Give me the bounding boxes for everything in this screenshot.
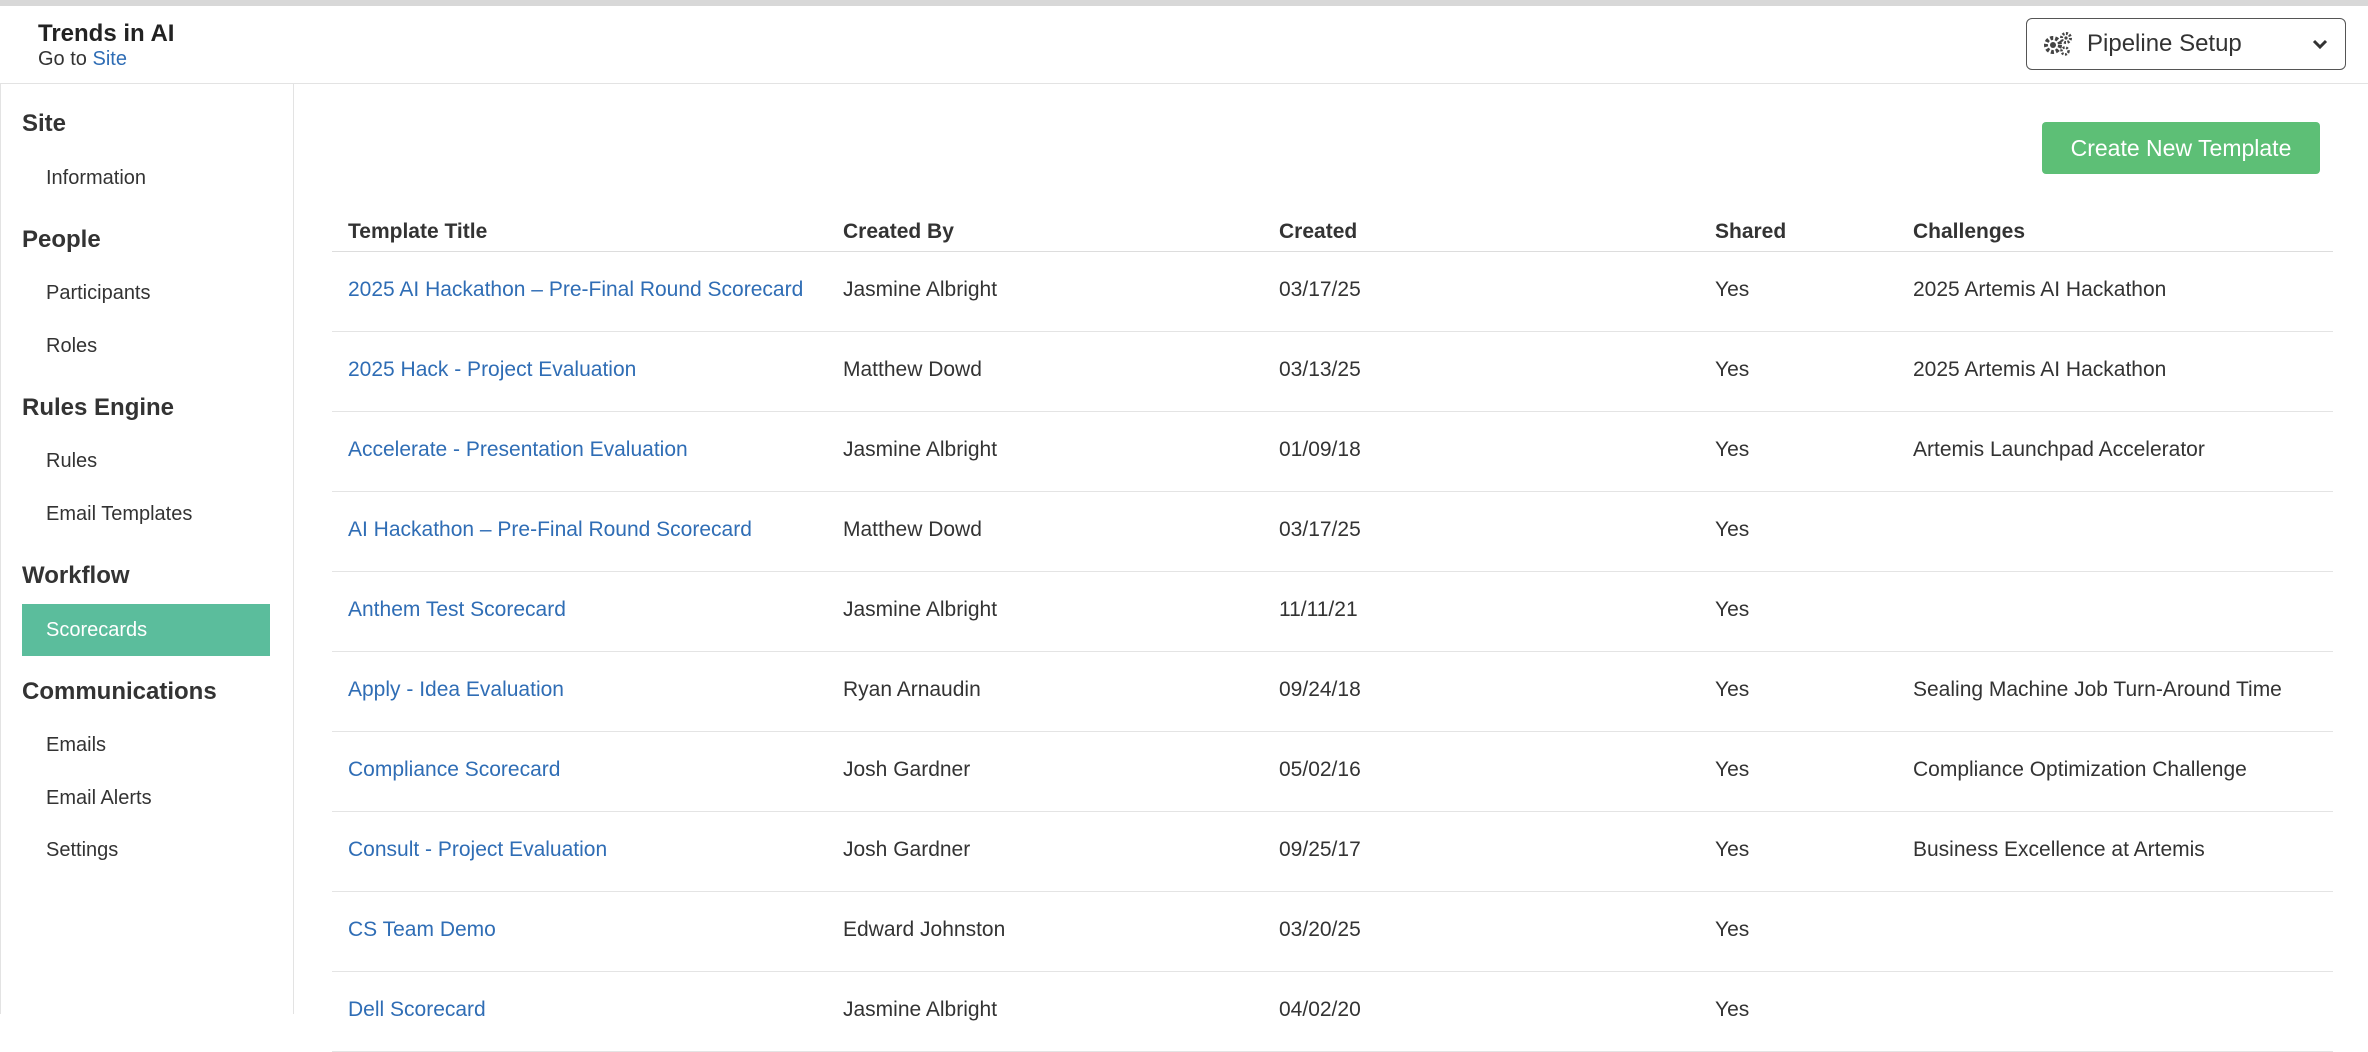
challenges-cell: Compliance Optimization Challenge — [1913, 758, 2247, 781]
header: Trends in AI Go to Site Pipeline Setup — [0, 6, 2368, 84]
challenges-cell: 2025 Artemis AI Hackathon — [1913, 358, 2167, 381]
gears-icon — [2044, 32, 2072, 56]
column-header-template-title[interactable]: Template Title — [348, 220, 487, 244]
sidebar-item-emails[interactable]: Emails — [22, 719, 270, 771]
sidebar-section-people: People — [22, 226, 101, 253]
table-row: AI Hackathon – Pre-Final Round Scorecard… — [332, 492, 2333, 572]
shared-cell: Yes — [1715, 678, 1750, 701]
created-date-cell: 03/17/25 — [1279, 518, 1361, 541]
template-title-link[interactable]: 2025 AI Hackathon – Pre-Final Round Scor… — [348, 278, 803, 302]
challenges-cell: Artemis Launchpad Accelerator — [1913, 438, 2205, 461]
sidebar-section-workflow: Workflow — [22, 562, 130, 589]
created-by-cell: Jasmine Albright — [843, 598, 998, 621]
pipeline-setup-dropdown[interactable]: Pipeline Setup — [2026, 18, 2346, 70]
column-header-created-by[interactable]: Created By — [843, 220, 954, 244]
challenges-cell: 2025 Artemis AI Hackathon — [1913, 278, 2167, 301]
created-date-cell: 03/17/25 — [1279, 278, 1361, 301]
sidebar-item-information[interactable]: Information — [22, 152, 270, 204]
created-by-cell: Josh Gardner — [843, 758, 971, 781]
column-header-created[interactable]: Created — [1279, 220, 1357, 244]
created-date-cell: 09/24/18 — [1279, 678, 1361, 701]
table-row: Consult - Project Evaluation Josh Gardner… — [332, 812, 2333, 892]
table-row: CS Team Demo Edward Johnston 03/20/25 Yes — [332, 892, 2333, 972]
sidebar-section-rules-engine: Rules Engine — [22, 394, 175, 421]
table-row: Apply - Idea Evaluation Ryan Arnaudin 09/2… — [332, 652, 2333, 732]
created-date-cell: 03/20/25 — [1279, 918, 1361, 941]
pipeline-setup-label: Pipeline Setup — [2087, 30, 2242, 57]
created-by-cell: Matthew Dowd — [843, 518, 982, 541]
sidebar: Site Information People Participants Rol… — [0, 84, 294, 1014]
goto-site: Go to Site — [38, 48, 127, 71]
template-title-link[interactable]: Accelerate - Presentation Evaluation — [348, 438, 688, 462]
created-date-cell: 01/09/18 — [1279, 438, 1361, 461]
shared-cell: Yes — [1715, 838, 1750, 861]
sidebar-item-participants[interactable]: Participants — [22, 267, 270, 319]
table-row: 2025 Hack - Project Evaluation Matthew Do… — [332, 332, 2333, 412]
created-by-cell: Jasmine Albright — [843, 438, 998, 461]
sidebar-item-email-templates[interactable]: Email Templates — [22, 488, 270, 540]
template-title-link[interactable]: Anthem Test Scorecard — [348, 598, 566, 622]
table-header: Template Title Created By Created Shared… — [332, 212, 2333, 252]
shared-cell: Yes — [1715, 758, 1750, 781]
created-by-cell: Matthew Dowd — [843, 358, 982, 381]
shared-cell: Yes — [1715, 998, 1750, 1021]
sidebar-section-communications: Communications — [22, 678, 217, 705]
shared-cell: Yes — [1715, 918, 1750, 941]
created-date-cell: 05/02/16 — [1279, 758, 1361, 781]
table-row: Anthem Test Scorecard Jasmine Albright 11/… — [332, 572, 2333, 652]
table-row: Compliance Scorecard Josh Gardner 05/02/16… — [332, 732, 2333, 812]
templates-table: Template Title Created By Created Shared… — [332, 212, 2333, 1052]
challenges-cell: Sealing Machine Job Turn-Around Time — [1913, 678, 2282, 701]
table-row: 2025 AI Hackathon – Pre-Final Round Scor… — [332, 252, 2333, 332]
main-content: Create New Template Template Title Creat… — [295, 84, 2368, 1052]
table-body: 2025 AI Hackathon – Pre-Final Round Scor… — [332, 252, 2333, 1052]
sidebar-item-settings[interactable]: Settings — [22, 824, 270, 876]
created-date-cell: 11/11/21 — [1279, 598, 1358, 621]
created-date-cell: 04/02/20 — [1279, 998, 1361, 1021]
shared-cell: Yes — [1715, 598, 1750, 621]
template-title-link[interactable]: Consult - Project Evaluation — [348, 838, 607, 862]
challenges-cell: Business Excellence at Artemis — [1913, 838, 2205, 861]
template-title-link[interactable]: Apply - Idea Evaluation — [348, 678, 564, 702]
created-by-cell: Jasmine Albright — [843, 278, 998, 301]
shared-cell: Yes — [1715, 278, 1750, 301]
created-by-cell: Josh Gardner — [843, 838, 971, 861]
template-title-link[interactable]: Compliance Scorecard — [348, 758, 560, 782]
goto-prefix: Go to — [38, 48, 87, 70]
template-title-link[interactable]: AI Hackathon – Pre-Final Round Scorecard — [348, 518, 752, 542]
template-title-link[interactable]: 2025 Hack - Project Evaluation — [348, 358, 636, 382]
created-by-cell: Ryan Arnaudin — [843, 678, 981, 701]
shared-cell: Yes — [1715, 438, 1750, 461]
shared-cell: Yes — [1715, 358, 1750, 381]
table-row: Accelerate - Presentation Evaluation Jasm… — [332, 412, 2333, 492]
sidebar-item-roles[interactable]: Roles — [22, 320, 270, 372]
shared-cell: Yes — [1715, 518, 1750, 541]
sidebar-item-scorecards[interactable]: Scorecards — [22, 604, 270, 656]
chevron-down-icon — [2312, 39, 2328, 50]
goto-site-link[interactable]: Site — [92, 48, 126, 70]
site-title: Trends in AI — [38, 20, 175, 47]
sidebar-item-rules[interactable]: Rules — [22, 435, 270, 487]
column-header-shared[interactable]: Shared — [1715, 220, 1786, 244]
created-date-cell: 03/13/25 — [1279, 358, 1361, 381]
template-title-link[interactable]: CS Team Demo — [348, 918, 496, 942]
created-by-cell: Jasmine Albright — [843, 998, 998, 1021]
table-row: Dell Scorecard Jasmine Albright 04/02/20 Ye… — [332, 972, 2333, 1052]
column-header-challenges[interactable]: Challenges — [1913, 220, 2025, 244]
create-new-template-button[interactable]: Create New Template — [2042, 122, 2320, 174]
created-date-cell: 09/25/17 — [1279, 838, 1361, 861]
sidebar-section-site: Site — [22, 110, 67, 137]
created-by-cell: Edward Johnston — [843, 918, 1006, 941]
template-title-link[interactable]: Dell Scorecard — [348, 998, 486, 1022]
sidebar-item-email-alerts[interactable]: Email Alerts — [22, 772, 270, 824]
